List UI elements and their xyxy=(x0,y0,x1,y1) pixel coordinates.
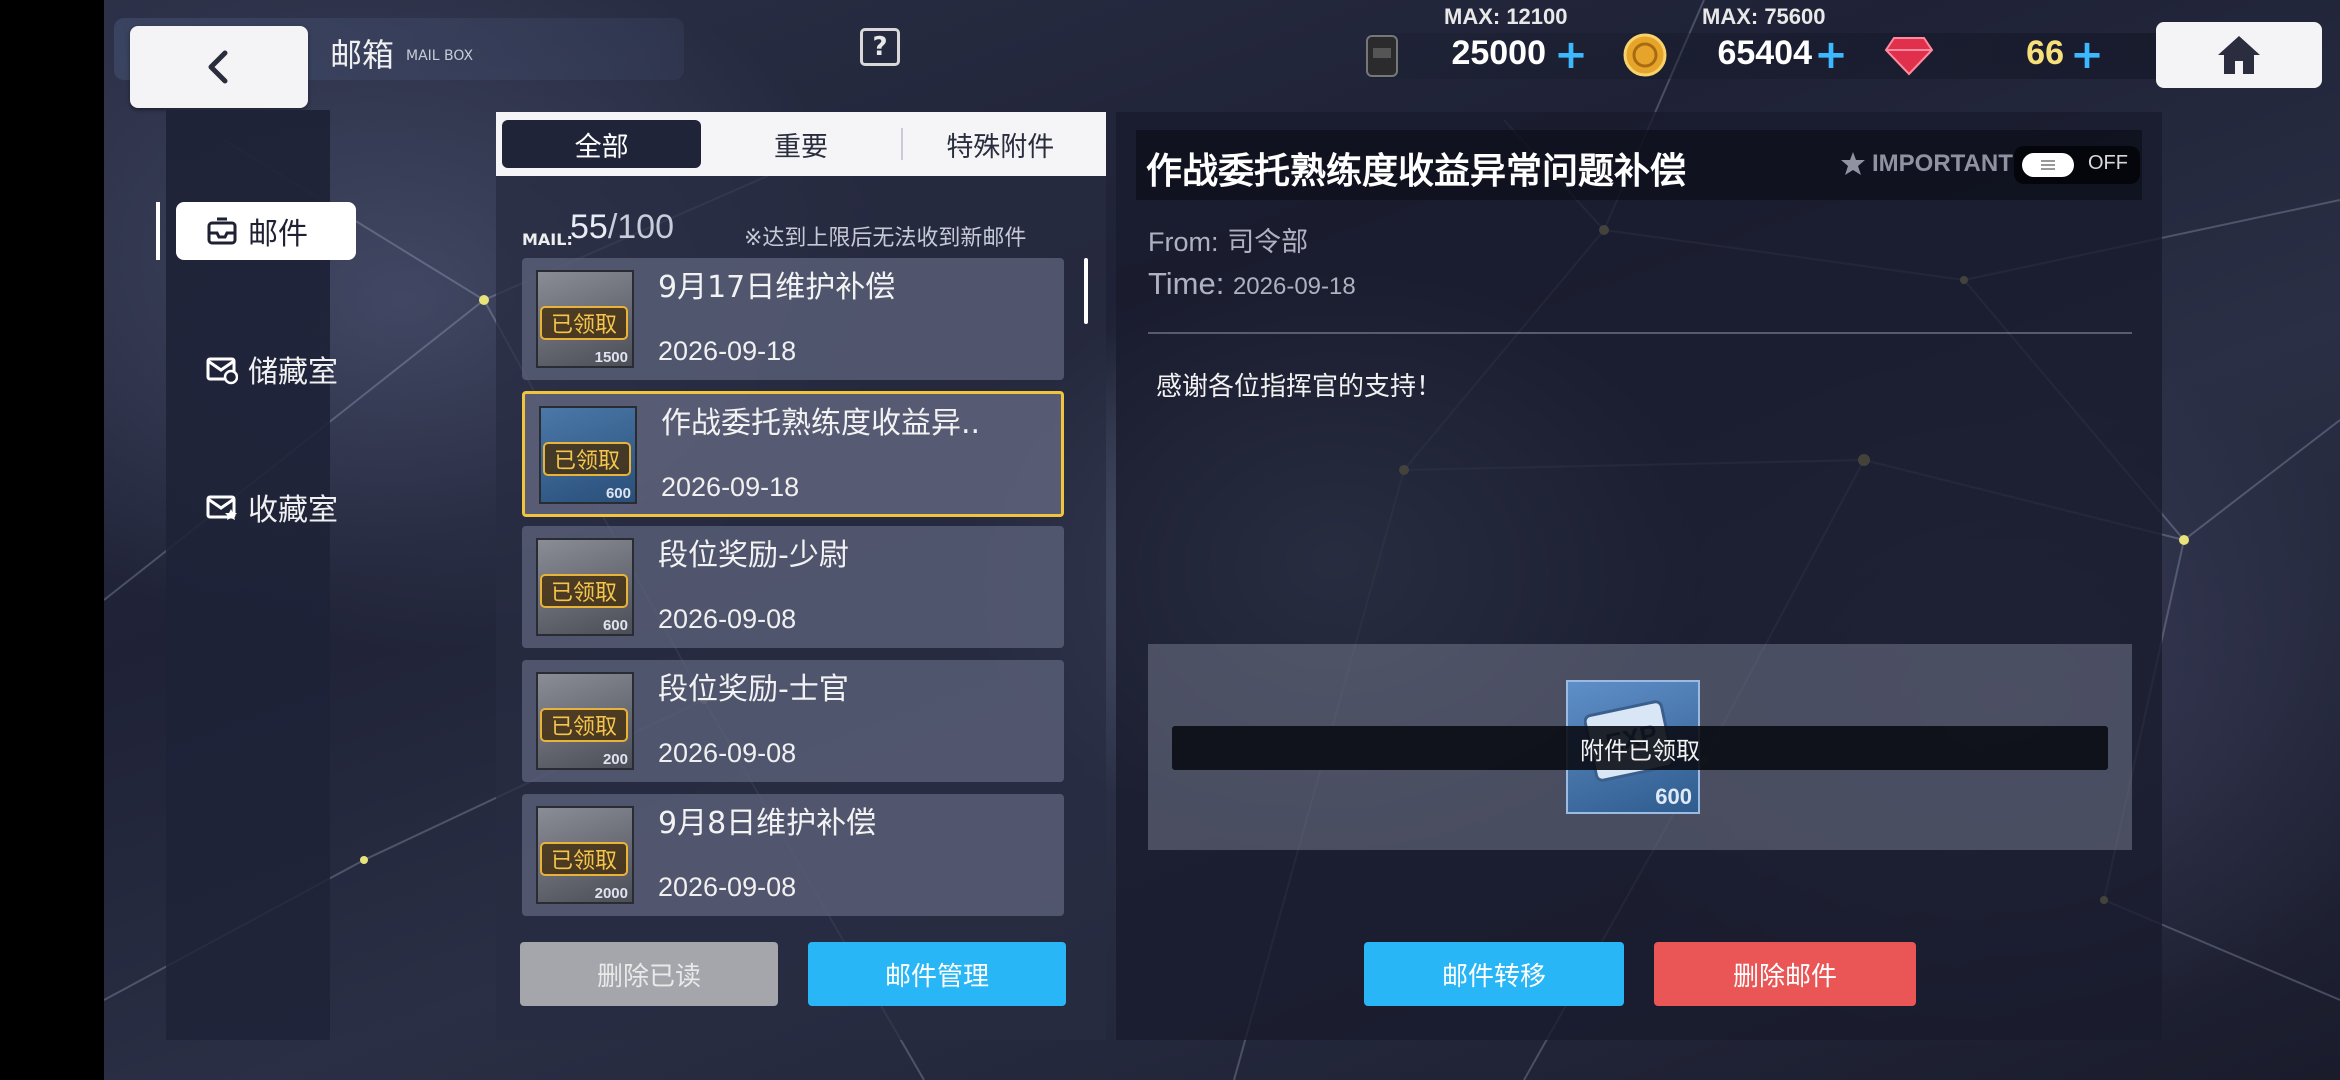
important-toggle[interactable]: OFF xyxy=(2014,146,2140,184)
mail-date: 2026-09-18 xyxy=(658,336,797,366)
tab-important[interactable]: 重要 xyxy=(701,120,900,168)
toggle-knob xyxy=(2022,153,2074,177)
nav-item-label: 储藏室 xyxy=(248,355,338,390)
ruby-gem-icon xyxy=(1884,37,1934,76)
mail-date: 2026-09-08 xyxy=(658,738,797,768)
back-button[interactable] xyxy=(130,26,308,108)
attachment-qty: 200 xyxy=(602,751,628,768)
delete-mail-button[interactable]: 删除邮件 xyxy=(1654,942,1916,1006)
claimed-badge: 已领取 xyxy=(543,442,631,476)
mail-sender: From: 司令部 xyxy=(1148,220,1308,259)
mail-title: 9月8日维护补偿 xyxy=(658,806,877,841)
mail-count-limit: /100 xyxy=(607,208,675,246)
menu-lines-icon xyxy=(2041,160,2055,170)
tab-all[interactable]: 全部 xyxy=(502,120,702,168)
mail-title: 段位奖励-少尉 xyxy=(658,538,849,573)
claimed-badge: 已领取 xyxy=(540,708,628,742)
from-value: 司令部 xyxy=(1227,227,1309,258)
gem-value: 66 xyxy=(2026,34,2064,72)
nav-item-mail[interactable]: 邮件 xyxy=(176,202,356,260)
attachment-qty: 600 xyxy=(1655,784,1692,809)
attachment-claimed-banner: 附件已领取 xyxy=(1172,726,2108,770)
important-label-text: IMPORTANT xyxy=(1872,150,2013,177)
mail-time: Time: 2026-09-18 xyxy=(1148,266,1356,302)
attachment-qty: 600 xyxy=(602,617,628,634)
nav-item-favorites[interactable]: 收藏室 xyxy=(176,478,356,536)
mail-count-label: MAIL: xyxy=(522,230,573,249)
mail-date: 2026-09-18 xyxy=(661,472,800,502)
mail-title: 段位奖励-士官 xyxy=(658,672,849,707)
tab-special-attachments[interactable]: 特殊附件 xyxy=(900,120,1100,168)
nav-active-marker xyxy=(156,202,160,260)
mail-list-item[interactable]: 已领取 1500 9月17日维护补偿 2026-09-18 xyxy=(522,258,1064,380)
mail-date: 2026-09-08 xyxy=(658,604,797,634)
attachment-qty: 600 xyxy=(605,485,631,502)
nav-item-label: 邮件 xyxy=(248,217,308,252)
delete-read-button[interactable]: 删除已读 xyxy=(520,942,778,1006)
inbox-icon xyxy=(207,217,237,245)
mail-body: 感谢各位指挥官的支持！ xyxy=(1156,372,1443,402)
home-icon xyxy=(2218,36,2260,74)
mail-filter-tabs: 全部 重要 特殊附件 xyxy=(496,112,1106,176)
attachment-qty: 1500 xyxy=(594,349,628,366)
from-label: From: xyxy=(1148,227,1219,257)
detail-title: 作战委托熟练度收益异常问题补偿 xyxy=(1146,150,1687,192)
gold-value: 65404 xyxy=(1717,34,1812,72)
mail-list-item[interactable]: 已领取 600 段位奖励-少尉 2026-09-08 xyxy=(522,526,1064,648)
mail-count-current: 55 xyxy=(570,208,608,246)
add-fuel-button[interactable]: + xyxy=(1552,35,1590,75)
mail-limit-hint: ※达到上限后无法收到新邮件 xyxy=(744,226,1027,251)
mail-title: 作战委托熟练度收益异.. xyxy=(661,406,981,441)
claimed-badge: 已领取 xyxy=(540,574,628,608)
help-icon[interactable]: ? xyxy=(860,28,900,66)
crossed-swords-icon: 已领取 600 xyxy=(536,538,634,636)
gold-max: MAX: 75600 xyxy=(1702,4,1826,29)
toggle-state: OFF xyxy=(2088,152,2128,174)
chevron-left-icon xyxy=(208,50,228,84)
page-title: 邮箱 xyxy=(330,36,395,74)
mail-manage-button[interactable]: 邮件管理 xyxy=(808,942,1066,1006)
add-gold-button[interactable]: + xyxy=(1812,35,1850,75)
fuel-max: MAX: 12100 xyxy=(1444,4,1568,29)
storage-mail-icon xyxy=(206,357,238,385)
mail-count: 55/100 xyxy=(570,208,674,247)
fuel-value: 25000 xyxy=(1451,34,1546,72)
mail-list-scrollbar[interactable] xyxy=(1084,258,1088,324)
important-toggle-label: IMPORTANT xyxy=(1840,150,2013,178)
add-gem-button[interactable]: + xyxy=(2068,35,2106,75)
mail-list-item-selected[interactable]: 已领取 600 作战委托熟练度收益异.. 2026-09-18 xyxy=(522,391,1064,517)
nav-item-storage[interactable]: 储藏室 xyxy=(176,340,356,398)
detail-divider xyxy=(1148,332,2132,334)
attachment-qty: 2000 xyxy=(594,885,628,902)
nav-item-label: 收藏室 xyxy=(248,493,338,528)
mail-date: 2026-09-08 xyxy=(658,872,797,902)
mail-list-item[interactable]: 已领取 2000 9月8日维护补偿 2026-09-08 xyxy=(522,794,1064,916)
favorite-mail-icon xyxy=(206,495,237,520)
fuel-barrel-icon xyxy=(1366,35,1398,77)
star-icon xyxy=(1841,152,1865,175)
transfer-mail-button[interactable]: 邮件转移 xyxy=(1364,942,1624,1006)
home-button[interactable] xyxy=(2156,22,2322,88)
mail-list-item[interactable]: 已领取 200 段位奖励-士官 2026-09-08 xyxy=(522,660,1064,782)
mail-title: 9月17日维护补偿 xyxy=(658,270,896,305)
fuel-pack-icon: 已领取 2000 xyxy=(536,806,634,904)
exp-card-icon: 已领取 600 xyxy=(539,406,637,504)
crossed-swords-icon: 已领取 200 xyxy=(536,672,634,770)
fuel-pack-icon: 已领取 1500 xyxy=(536,270,634,368)
claimed-badge: 已领取 xyxy=(540,842,628,876)
time-value: 2026-09-18 xyxy=(1232,273,1356,300)
page-subtitle: MAIL BOX xyxy=(406,48,474,64)
gold-coin-icon xyxy=(1623,33,1667,77)
time-label: Time: xyxy=(1148,266,1225,301)
claimed-badge: 已领取 xyxy=(540,306,628,340)
